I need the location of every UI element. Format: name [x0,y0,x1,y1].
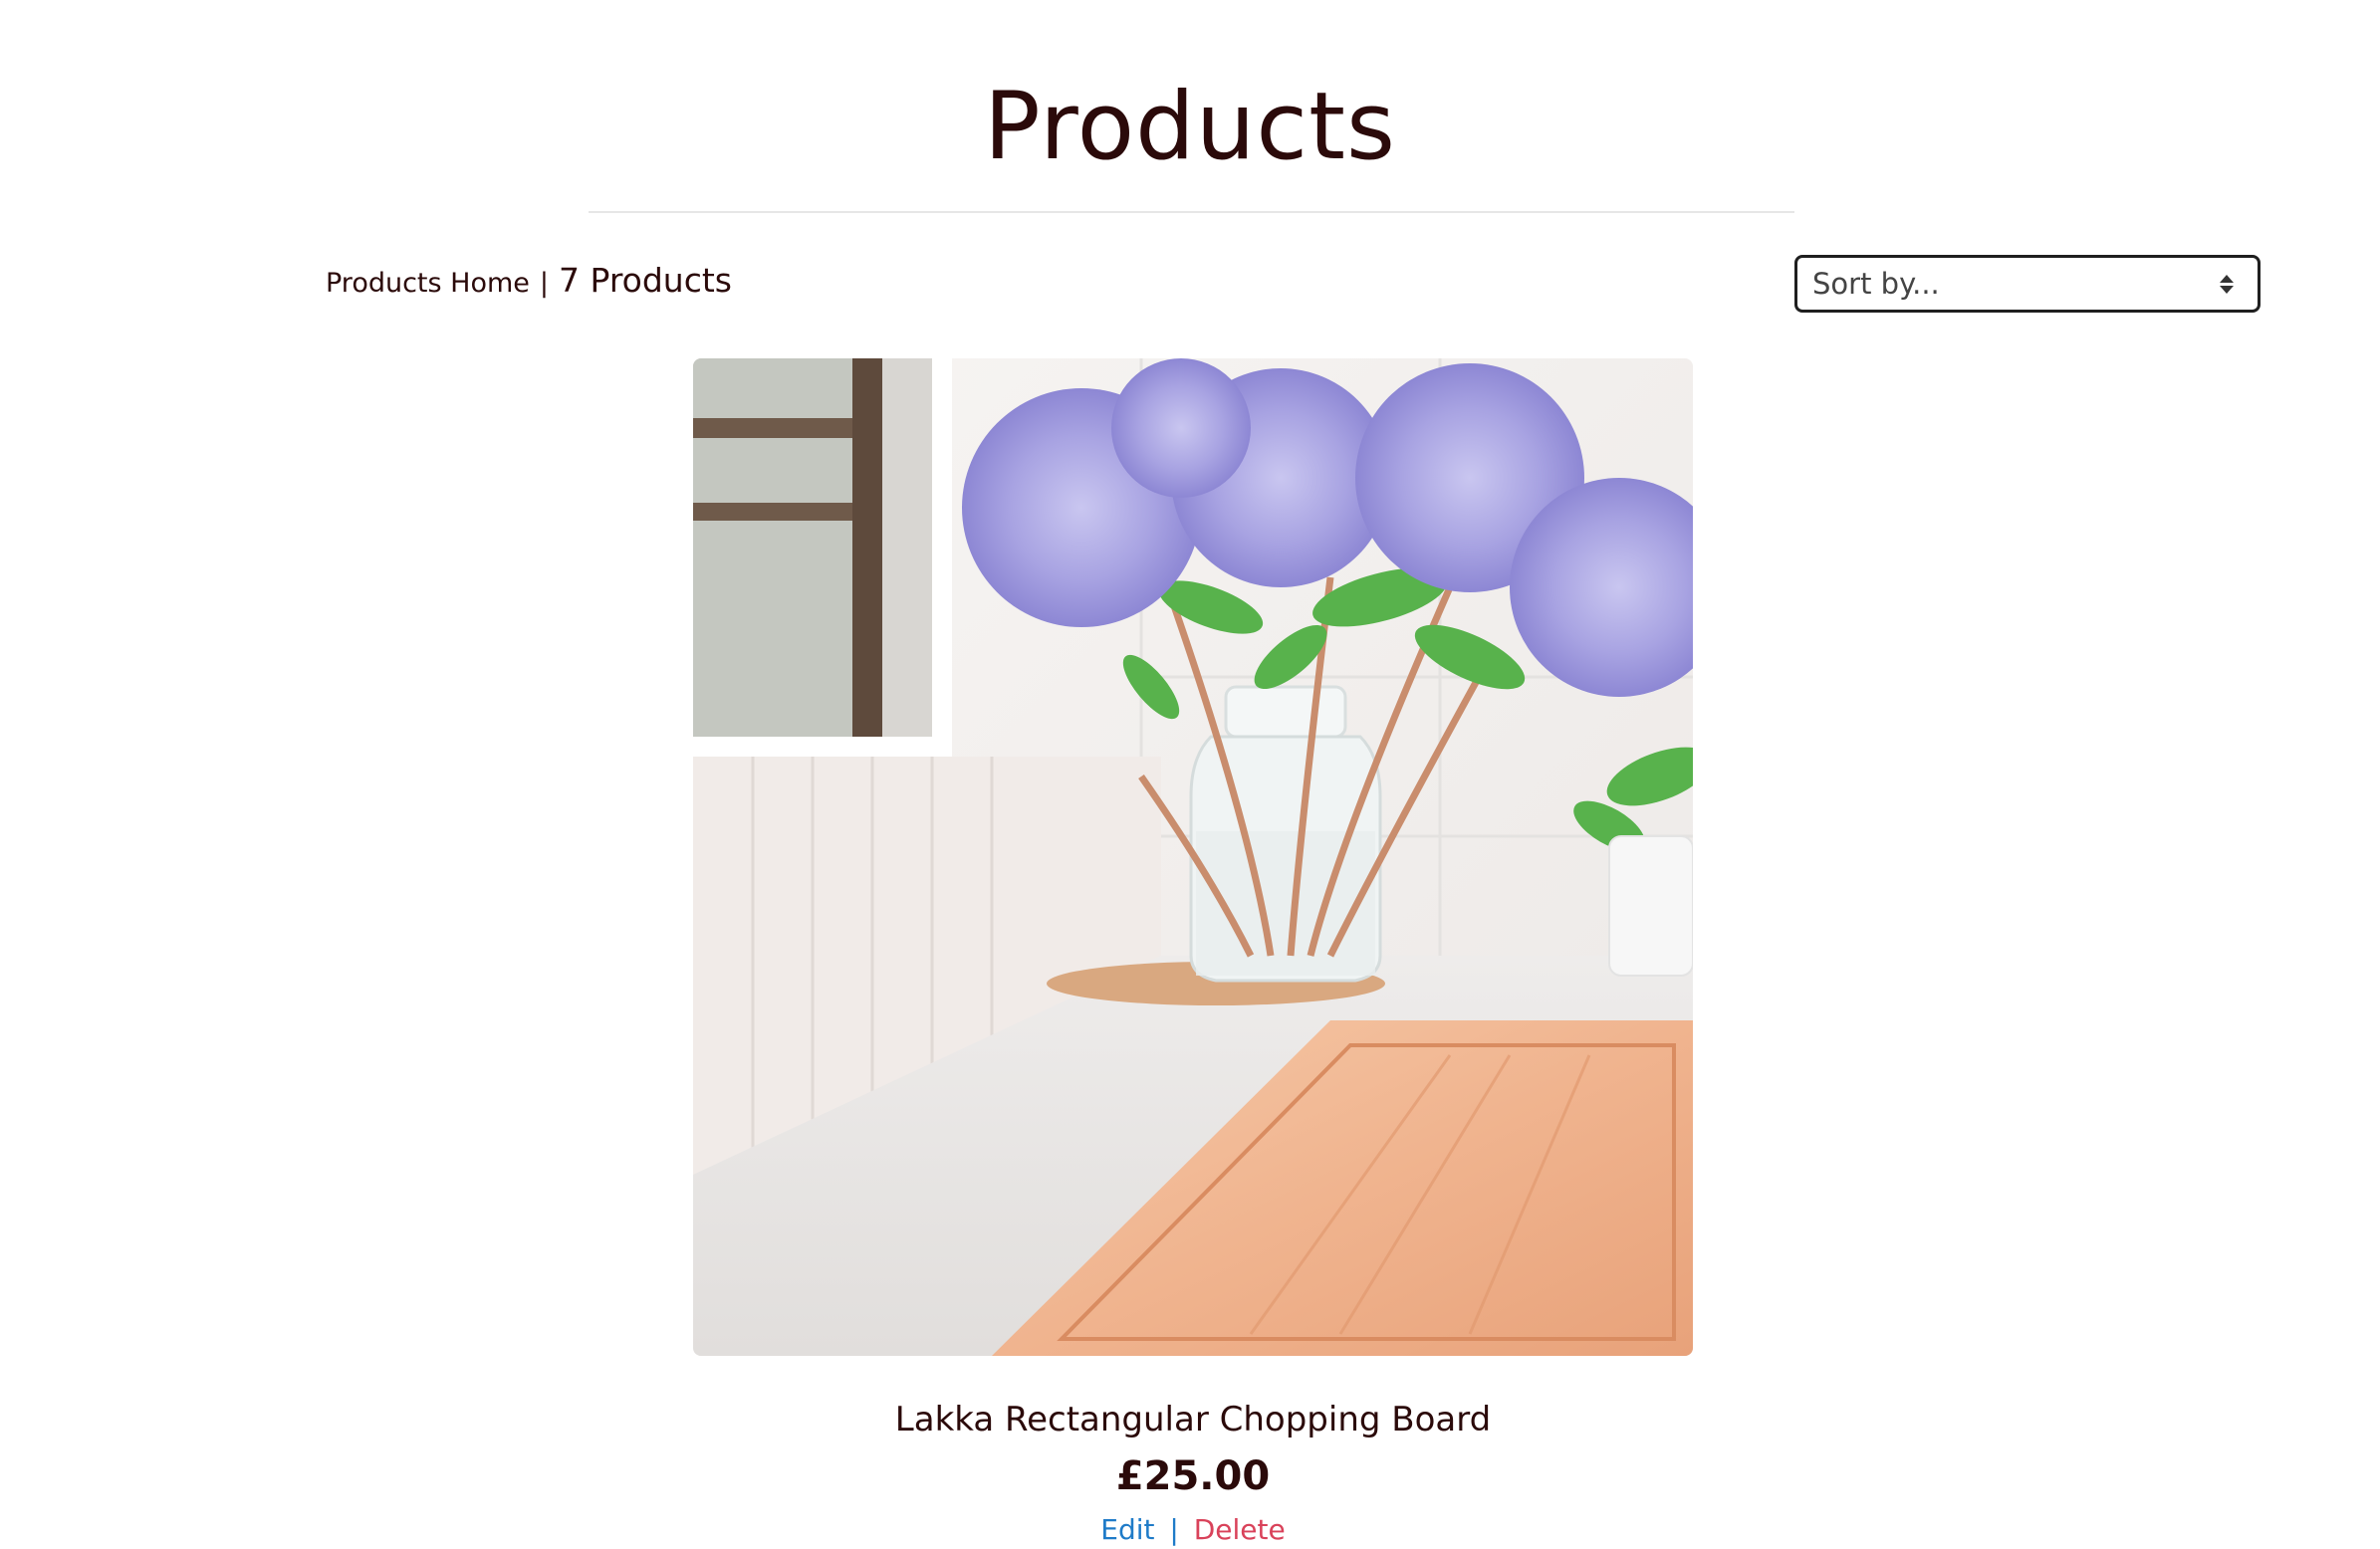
edit-link[interactable]: Edit [1100,1513,1154,1546]
title-divider [589,211,1794,213]
breadcrumb-separator: | [539,268,550,299]
products-home-link[interactable]: Products Home [326,268,530,299]
select-arrows-icon [2220,274,2234,294]
sort-select[interactable]: Sort by... [1794,255,2261,313]
product-actions: Edit | Delete [693,1513,1693,1546]
product-name[interactable]: Lakka Rectangular Chopping Board [693,1400,1693,1439]
page-title: Products [984,73,1396,181]
action-separator: | [1169,1513,1179,1546]
delete-link[interactable]: Delete [1194,1513,1286,1546]
product-card: Lakka Rectangular Chopping Board £25.00 … [693,358,1693,1546]
products-page: Products Products Home | 7 Products Sort… [0,0,2380,1549]
breadcrumb: Products Home | 7 Products [326,261,732,300]
product-count: 7 Products [559,261,732,300]
sort-select-value: Sort by... [1812,267,1940,301]
product-price: £25.00 [1115,1453,1271,1499]
product-image[interactable] [693,358,1693,1356]
